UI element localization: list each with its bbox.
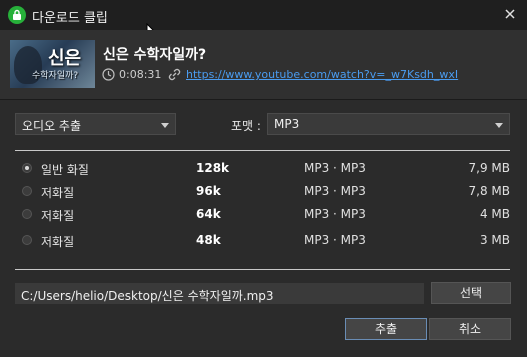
thumbnail-subtitle-text: 수학자일까?: [32, 71, 79, 81]
video-title: 신은 수학자일까?: [103, 47, 207, 63]
chevron-down-icon: [495, 123, 503, 128]
quality-label: 저화질: [41, 235, 75, 249]
quality-label: 저화질: [41, 209, 75, 223]
divider: [15, 150, 510, 151]
mode-dropdown[interactable]: 오디오 추출: [15, 113, 176, 135]
bitrate-label: 128k: [196, 161, 230, 175]
thumbnail-title-text: 신은: [48, 48, 82, 69]
quality-option-row[interactable]: 저화질 48k MP3 · MP3 3 MB: [15, 229, 510, 251]
browse-button[interactable]: 선택: [431, 282, 511, 304]
format-label: 포맷 :: [231, 119, 261, 133]
header-divider: [0, 99, 527, 100]
codec-label: MP3 · MP3: [304, 184, 366, 198]
cancel-button[interactable]: 취소: [429, 318, 511, 340]
quality-label: 저화질: [41, 186, 75, 200]
radio-button[interactable]: [22, 209, 32, 219]
divider: [15, 269, 510, 270]
bitrate-label: 96k: [196, 184, 221, 198]
size-label: 4 MB: [479, 207, 510, 221]
clock-icon: [102, 68, 115, 84]
video-info-header: 신은 수학자일까? 신은 수학자일까? 0:08:31 https://www.…: [0, 30, 527, 100]
size-label: 7,8 MB: [468, 184, 510, 198]
quality-option-row[interactable]: 일반 화질 128k MP3 · MP3 7,9 MB: [15, 157, 510, 179]
codec-label: MP3 · MP3: [304, 161, 366, 175]
link-icon: [168, 68, 181, 84]
bitrate-label: 48k: [196, 233, 221, 247]
video-duration: 0:08:31: [119, 68, 162, 81]
quality-option-row[interactable]: 저화질 96k MP3 · MP3 7,8 MB: [15, 180, 510, 202]
radio-button[interactable]: [22, 186, 32, 196]
format-dropdown[interactable]: MP3: [267, 113, 510, 135]
mode-dropdown-value: 오디오 추출: [22, 119, 82, 133]
codec-label: MP3 · MP3: [304, 207, 366, 221]
bitrate-label: 64k: [196, 207, 221, 221]
window-title: 다운로드 클립: [32, 11, 108, 26]
title-bar: 다운로드 클립: [0, 0, 527, 30]
close-icon[interactable]: [503, 7, 517, 21]
radio-button[interactable]: [22, 235, 32, 245]
extract-button[interactable]: 추출: [345, 318, 427, 340]
radio-button[interactable]: [22, 163, 32, 173]
video-thumbnail: 신은 수학자일까?: [10, 40, 95, 88]
video-url-link[interactable]: https://www.youtube.com/watch?v=_w7Ksdh_…: [186, 68, 458, 81]
quality-label: 일반 화질: [41, 163, 89, 177]
output-path-value: C:/Users/helio/Desktop/신은 수학자일까.mp3: [21, 289, 274, 303]
app-icon: [8, 6, 26, 24]
quality-option-row[interactable]: 저화질 64k MP3 · MP3 4 MB: [15, 203, 510, 225]
format-dropdown-value: MP3: [274, 117, 300, 131]
size-label: 7,9 MB: [468, 161, 510, 175]
output-path-field[interactable]: C:/Users/helio/Desktop/신은 수학자일까.mp3: [15, 283, 424, 304]
chevron-down-icon: [161, 123, 169, 128]
size-label: 3 MB: [479, 233, 510, 247]
codec-label: MP3 · MP3: [304, 233, 366, 247]
